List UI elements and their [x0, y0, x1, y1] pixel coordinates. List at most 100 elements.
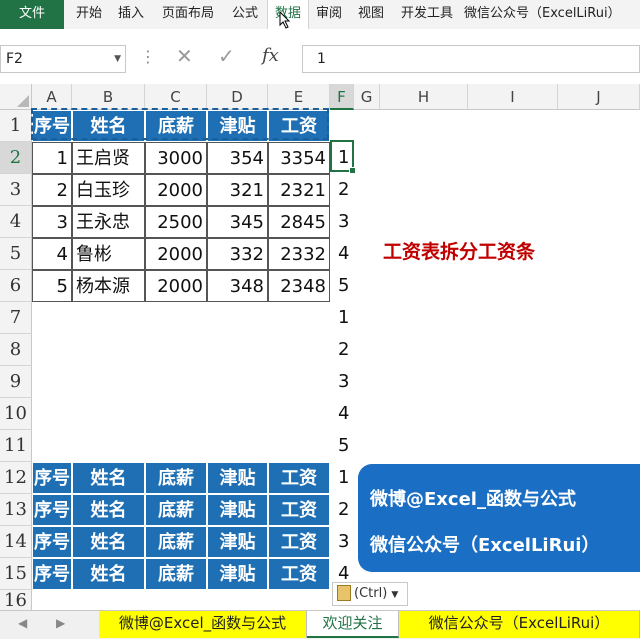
data-cell[interactable]: 2000 — [145, 174, 207, 206]
header-cell[interactable]: 姓名 — [72, 110, 145, 142]
pasted-header-cell[interactable]: 序号 — [32, 526, 72, 558]
data-cell[interactable]: 3354 — [268, 142, 330, 174]
data-cell[interactable]: 3 — [32, 206, 72, 238]
pasted-header-cell[interactable]: 序号 — [32, 462, 72, 494]
pasted-header-cell[interactable]: 姓名 — [72, 558, 145, 590]
row-header[interactable]: 11 — [0, 430, 32, 462]
helper-cell[interactable]: 5 — [330, 430, 354, 462]
data-cell[interactable]: 332 — [207, 238, 268, 270]
helper-cell[interactable]: 2 — [330, 494, 354, 526]
row-header[interactable]: 9 — [0, 366, 32, 398]
pasted-header-cell[interactable]: 津贴 — [207, 558, 268, 590]
column-header[interactable]: G — [354, 84, 380, 110]
helper-cell[interactable]: 2 — [330, 334, 354, 366]
pasted-header-cell[interactable]: 底薪 — [145, 526, 207, 558]
row-header[interactable]: 10 — [0, 398, 32, 430]
data-cell[interactable]: 5 — [32, 270, 72, 302]
pasted-header-cell[interactable]: 姓名 — [72, 462, 145, 494]
helper-cell[interactable]: 4 — [330, 238, 354, 270]
column-header[interactable]: E — [268, 84, 330, 110]
data-cell[interactable]: 4 — [32, 238, 72, 270]
pasted-header-cell[interactable]: 底薪 — [145, 462, 207, 494]
row-header[interactable]: 2 — [0, 142, 32, 174]
row-header[interactable]: 7 — [0, 302, 32, 334]
row-header[interactable]: 16 — [0, 590, 32, 612]
pasted-header-cell[interactable]: 津贴 — [207, 462, 268, 494]
helper-cell[interactable]: 4 — [330, 398, 354, 430]
row-header[interactable]: 12 — [0, 462, 32, 494]
cancel-icon[interactable]: ✕ — [176, 44, 193, 68]
pasted-header-cell[interactable]: 津贴 — [207, 526, 268, 558]
data-cell[interactable]: 王启贤 — [72, 142, 145, 174]
insert-function-icon[interactable]: fx — [262, 45, 279, 66]
row-header[interactable]: 8 — [0, 334, 32, 366]
column-header[interactable]: B — [72, 84, 145, 110]
data-cell[interactable]: 1 — [32, 142, 72, 174]
formula-input[interactable]: 1 — [302, 45, 640, 73]
data-cell[interactable]: 王永忠 — [72, 206, 145, 238]
data-cell[interactable]: 2500 — [145, 206, 207, 238]
helper-cell[interactable]: 1 — [330, 462, 354, 494]
header-cell[interactable]: 底薪 — [145, 110, 207, 142]
data-cell[interactable]: 2845 — [268, 206, 330, 238]
row-header[interactable]: 13 — [0, 494, 32, 526]
data-cell[interactable]: 348 — [207, 270, 268, 302]
pasted-header-cell[interactable]: 姓名 — [72, 494, 145, 526]
header-cell[interactable]: 津贴 — [207, 110, 268, 142]
data-cell[interactable]: 2321 — [268, 174, 330, 206]
data-cell[interactable]: 2 — [32, 174, 72, 206]
pasted-header-cell[interactable]: 工资 — [268, 494, 330, 526]
worksheet-grid[interactable]: ABCDEFGHIJ 1 2 3 4 5 6 7 8 9 10 11 12 13 14 15 16 序号 姓名底… — [0, 84, 640, 612]
helper-cell[interactable]: 3 — [330, 526, 354, 558]
sheet-tab-weibo[interactable]: 微博@Excel_函数与公式 — [99, 611, 307, 638]
column-header[interactable]: A — [32, 84, 72, 110]
tab-home[interactable]: 开始 — [70, 0, 108, 29]
helper-cell[interactable]: 3 — [330, 206, 354, 238]
data-cell[interactable]: 321 — [207, 174, 268, 206]
pasted-header-cell[interactable]: 工资 — [268, 558, 330, 590]
row-header[interactable]: 4 — [0, 206, 32, 238]
data-cell[interactable]: 345 — [207, 206, 268, 238]
data-cell[interactable]: 鲁彬 — [72, 238, 145, 270]
select-all-button[interactable] — [0, 84, 32, 110]
header-cell[interactable]: 序号 — [32, 110, 72, 142]
helper-cell[interactable]: 2 — [330, 174, 354, 206]
column-header[interactable]: C — [145, 84, 207, 110]
pasted-header-cell[interactable]: 姓名 — [72, 526, 145, 558]
column-header[interactable]: H — [380, 84, 468, 110]
prev-sheet-icon[interactable]: ◀ — [18, 616, 27, 630]
column-header[interactable]: J — [558, 84, 640, 110]
column-header[interactable]: I — [468, 84, 558, 110]
active-cell[interactable] — [330, 140, 356, 174]
column-header[interactable]: D — [207, 84, 268, 110]
pasted-header-cell[interactable]: 底薪 — [145, 558, 207, 590]
tab-page-layout[interactable]: 页面布局 — [154, 0, 222, 29]
helper-cell[interactable]: 1 — [330, 302, 354, 334]
row-header[interactable]: 1 — [0, 110, 32, 142]
chevron-down-icon[interactable]: ▼ — [114, 46, 121, 72]
helper-cell[interactable]: 5 — [330, 270, 354, 302]
row-header[interactable]: 5 — [0, 238, 32, 270]
pasted-header-cell[interactable]: 序号 — [32, 494, 72, 526]
sheet-tab-welcome[interactable]: 欢迎关注 — [307, 611, 399, 638]
pasted-header-cell[interactable]: 工资 — [268, 526, 330, 558]
data-cell[interactable]: 2000 — [145, 270, 207, 302]
tab-insert[interactable]: 插入 — [112, 0, 150, 29]
row-header[interactable]: 3 — [0, 174, 32, 206]
data-cell[interactable]: 354 — [207, 142, 268, 174]
tab-file[interactable]: 文件 — [0, 0, 64, 29]
column-header[interactable]: F — [330, 84, 354, 110]
pasted-header-cell[interactable]: 津贴 — [207, 494, 268, 526]
data-cell[interactable]: 3000 — [145, 142, 207, 174]
tab-developer[interactable]: 开发工具 — [393, 0, 461, 29]
data-cell[interactable]: 2000 — [145, 238, 207, 270]
tab-view[interactable]: 视图 — [352, 0, 390, 29]
tab-formulas[interactable]: 公式 — [226, 0, 264, 29]
row-header[interactable]: 15 — [0, 558, 32, 590]
tab-review[interactable]: 审阅 — [310, 0, 348, 29]
header-cell[interactable]: 工资 — [268, 110, 330, 142]
more-icon[interactable]: ⋮ — [140, 47, 156, 66]
name-box[interactable]: F2 ▼ — [0, 45, 126, 73]
next-sheet-icon[interactable]: ▶ — [56, 616, 65, 630]
sheet-tab-wechat[interactable]: 微信公众号（ExcelLiRui） — [399, 611, 640, 638]
